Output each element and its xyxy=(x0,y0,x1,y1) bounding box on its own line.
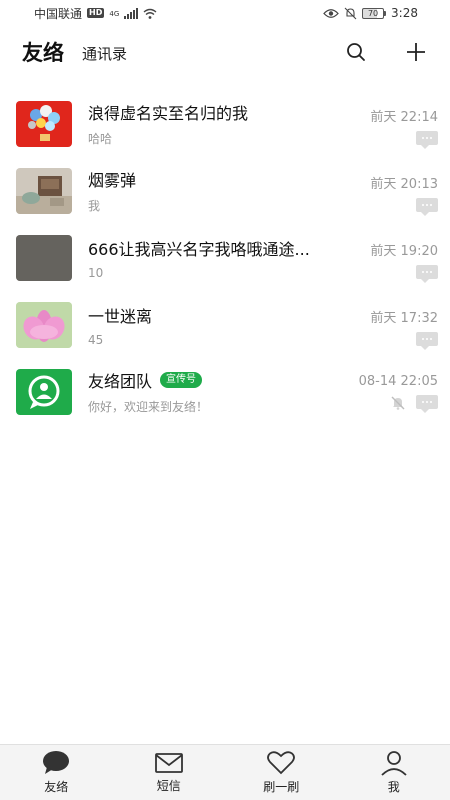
wifi-icon xyxy=(143,8,157,19)
gray-avatar-image xyxy=(16,234,72,281)
search-button[interactable] xyxy=(344,40,368,64)
battery-level: 70 xyxy=(362,7,385,19)
avatar[interactable] xyxy=(16,234,72,281)
tab-youluo[interactable]: 友络 xyxy=(0,745,113,800)
status-right: 70 3:28 xyxy=(323,6,418,20)
tab-sms[interactable]: 短信 xyxy=(113,745,226,800)
tab-me[interactable]: 我 xyxy=(338,745,450,800)
search-icon xyxy=(347,43,365,61)
chat-bubble-icon[interactable] xyxy=(416,395,438,413)
timestamp: 前天 20:13 xyxy=(370,177,438,192)
hd-badge: HD xyxy=(87,8,105,18)
bottom-tab-bar: 友络 短信 刷一刷 我 xyxy=(0,744,450,800)
conversation-meta: 前天 20:13 xyxy=(370,173,438,216)
tab-contacts[interactable]: 通讯录 xyxy=(82,43,127,64)
conversation-item[interactable]: 一世迷离 45 前天 17:32 xyxy=(0,291,450,358)
timestamp: 08-14 22:05 xyxy=(358,374,438,389)
message-preview: 哈哈 xyxy=(88,132,113,146)
network-label: 4G xyxy=(109,9,120,18)
header-actions xyxy=(344,40,428,64)
conversation-meta: 前天 22:14 xyxy=(370,106,438,149)
contact-name: 666让我高兴名字我咯哦通途... xyxy=(88,239,310,259)
promo-badge: 宣传号 xyxy=(160,372,203,388)
app-logo-avatar-image xyxy=(16,368,72,415)
add-button[interactable] xyxy=(404,40,428,64)
mute-icon xyxy=(344,7,357,19)
signal-icon xyxy=(124,7,139,19)
battery-icon: 70 xyxy=(362,7,387,19)
tab-label: 刷一刷 xyxy=(263,780,300,794)
avatar[interactable] xyxy=(16,100,72,147)
eye-icon xyxy=(323,8,339,18)
tab-label: 友络 xyxy=(44,780,69,794)
contact-name: 友络团队 xyxy=(88,372,153,391)
conversation-text: 烟雾弹 我 xyxy=(88,167,338,214)
conversation-item[interactable]: 烟雾弹 我 前天 20:13 xyxy=(0,157,450,224)
status-left: 中国联通 HD 4G xyxy=(34,5,157,22)
clock: 3:28 xyxy=(391,6,418,20)
chat-bubble-icon[interactable] xyxy=(416,198,438,216)
tab-label: 我 xyxy=(387,780,400,794)
message-preview: 我 xyxy=(88,199,101,213)
timestamp: 前天 17:32 xyxy=(370,311,438,326)
balloons-avatar-image xyxy=(16,100,72,147)
status-bar: 中国联通 HD 4G 70 3:28 xyxy=(0,0,450,26)
plus-icon xyxy=(407,43,425,61)
contact-name: 一世迷离 xyxy=(88,306,153,326)
lotus-avatar-image xyxy=(16,301,72,348)
heart-icon xyxy=(267,751,296,775)
tab-browse[interactable]: 刷一刷 xyxy=(225,745,338,800)
avatar[interactable] xyxy=(16,301,72,348)
mail-icon xyxy=(154,753,183,773)
avatar[interactable] xyxy=(16,167,72,214)
conversation-item[interactable]: 浪得虚名实至名归的我 哈哈 前天 22:14 xyxy=(0,90,450,157)
avatar[interactable] xyxy=(16,368,72,415)
chat-bubble-icon[interactable] xyxy=(416,131,438,149)
mute-bell-icon xyxy=(391,396,405,410)
app-header: 友络 通讯录 xyxy=(0,26,450,78)
chat-icon xyxy=(43,751,70,774)
carrier-label: 中国联通 xyxy=(34,6,83,21)
conversation-meta: 前天 19:20 xyxy=(370,240,438,283)
contact-name: 浪得虚名实至名归的我 xyxy=(88,104,249,123)
message-preview: 45 xyxy=(88,332,104,347)
room-avatar-image xyxy=(16,167,72,214)
conversation-text: 浪得虚名实至名归的我 哈哈 xyxy=(88,100,338,147)
conversation-text: 一世迷离 45 xyxy=(88,303,338,347)
conversation-text: 666让我高兴名字我咯哦通途... 10 xyxy=(88,236,338,280)
person-icon xyxy=(381,751,407,776)
conversation-item[interactable]: 666让我高兴名字我咯哦通途... 10 前天 19:20 xyxy=(0,224,450,291)
conversation-meta: 前天 17:32 xyxy=(370,307,438,350)
conversation-meta: 08-14 22:05 xyxy=(358,374,438,413)
chat-bubble-icon[interactable] xyxy=(416,332,438,350)
conversation-list: 浪得虚名实至名归的我 哈哈 前天 22:14 烟雾弹 我 前天 20:13 66… xyxy=(0,90,450,425)
contact-name: 烟雾弹 xyxy=(88,171,137,190)
message-preview: 10 xyxy=(88,265,104,280)
page-title[interactable]: 友络 xyxy=(22,37,64,67)
conversation-text: 友络团队 宣传号 你好，欢迎来到友络！ xyxy=(88,368,338,415)
message-preview: 你好，欢迎来到友络！ xyxy=(88,400,209,414)
chat-bubble-icon[interactable] xyxy=(416,265,438,283)
timestamp: 前天 19:20 xyxy=(370,244,438,259)
conversation-item[interactable]: 友络团队 宣传号 你好，欢迎来到友络！ 08-14 22:05 xyxy=(0,358,450,425)
tab-label: 短信 xyxy=(156,779,181,793)
timestamp: 前天 22:14 xyxy=(370,110,438,125)
